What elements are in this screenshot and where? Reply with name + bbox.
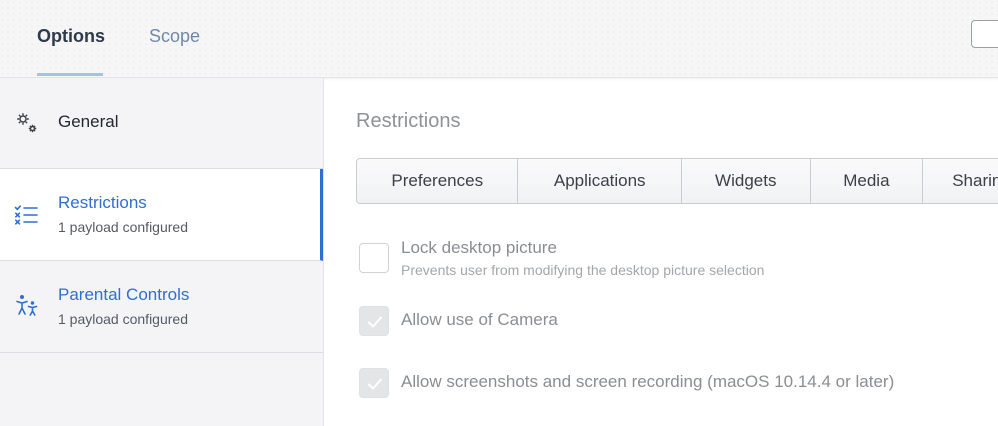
- top-header: Options Scope: [0, 0, 998, 78]
- payload-sidebar: General Restrictions 1 payload configure…: [0, 78, 324, 426]
- allow-screenshots-checkbox[interactable]: [359, 368, 389, 398]
- option-description: Prevents user from modifying the desktop…: [401, 262, 765, 278]
- gears-icon: [14, 110, 40, 141]
- header-action-button[interactable]: [971, 20, 998, 48]
- option-label: Lock desktop picture: [401, 238, 557, 257]
- tab-sharing[interactable]: Sharing: [923, 159, 998, 203]
- sidebar-item-label: Restrictions: [58, 193, 147, 212]
- tab-widgets[interactable]: Widgets: [682, 159, 811, 203]
- active-tab-indicator: [37, 73, 103, 76]
- sidebar-item-parental-controls[interactable]: Parental Controls 1 payload configured: [0, 261, 323, 353]
- tab-scope[interactable]: Scope: [149, 26, 200, 47]
- tab-media[interactable]: Media: [811, 159, 924, 203]
- sidebar-item-restrictions[interactable]: Restrictions 1 payload configured: [0, 169, 323, 261]
- tab-preferences[interactable]: Preferences: [357, 159, 519, 203]
- restrictions-category-tabs: Preferences Applications Widgets Media S…: [356, 158, 998, 204]
- page-title: Restrictions: [356, 110, 461, 132]
- allow-camera-checkbox[interactable]: [359, 306, 389, 336]
- check-icon: [368, 378, 382, 390]
- tab-applications[interactable]: Applications: [518, 159, 682, 203]
- sidebar-item-sub: 1 payload configured: [58, 219, 188, 235]
- sidebar-item-general[interactable]: General: [0, 78, 323, 169]
- lock-desktop-picture-checkbox[interactable]: [359, 243, 389, 273]
- sidebar-item-label: General: [58, 112, 119, 131]
- sidebar-item-label: Parental Controls: [58, 285, 190, 304]
- checklist-icon: [14, 202, 40, 233]
- option-label: Allow screenshots and screen recording (…: [401, 372, 895, 391]
- option-label: Allow use of Camera: [401, 310, 558, 329]
- check-icon: [368, 316, 382, 328]
- sidebar-item-sub: 1 payload configured: [58, 311, 188, 327]
- parent-child-icon: [14, 293, 40, 324]
- tab-options[interactable]: Options: [37, 26, 105, 47]
